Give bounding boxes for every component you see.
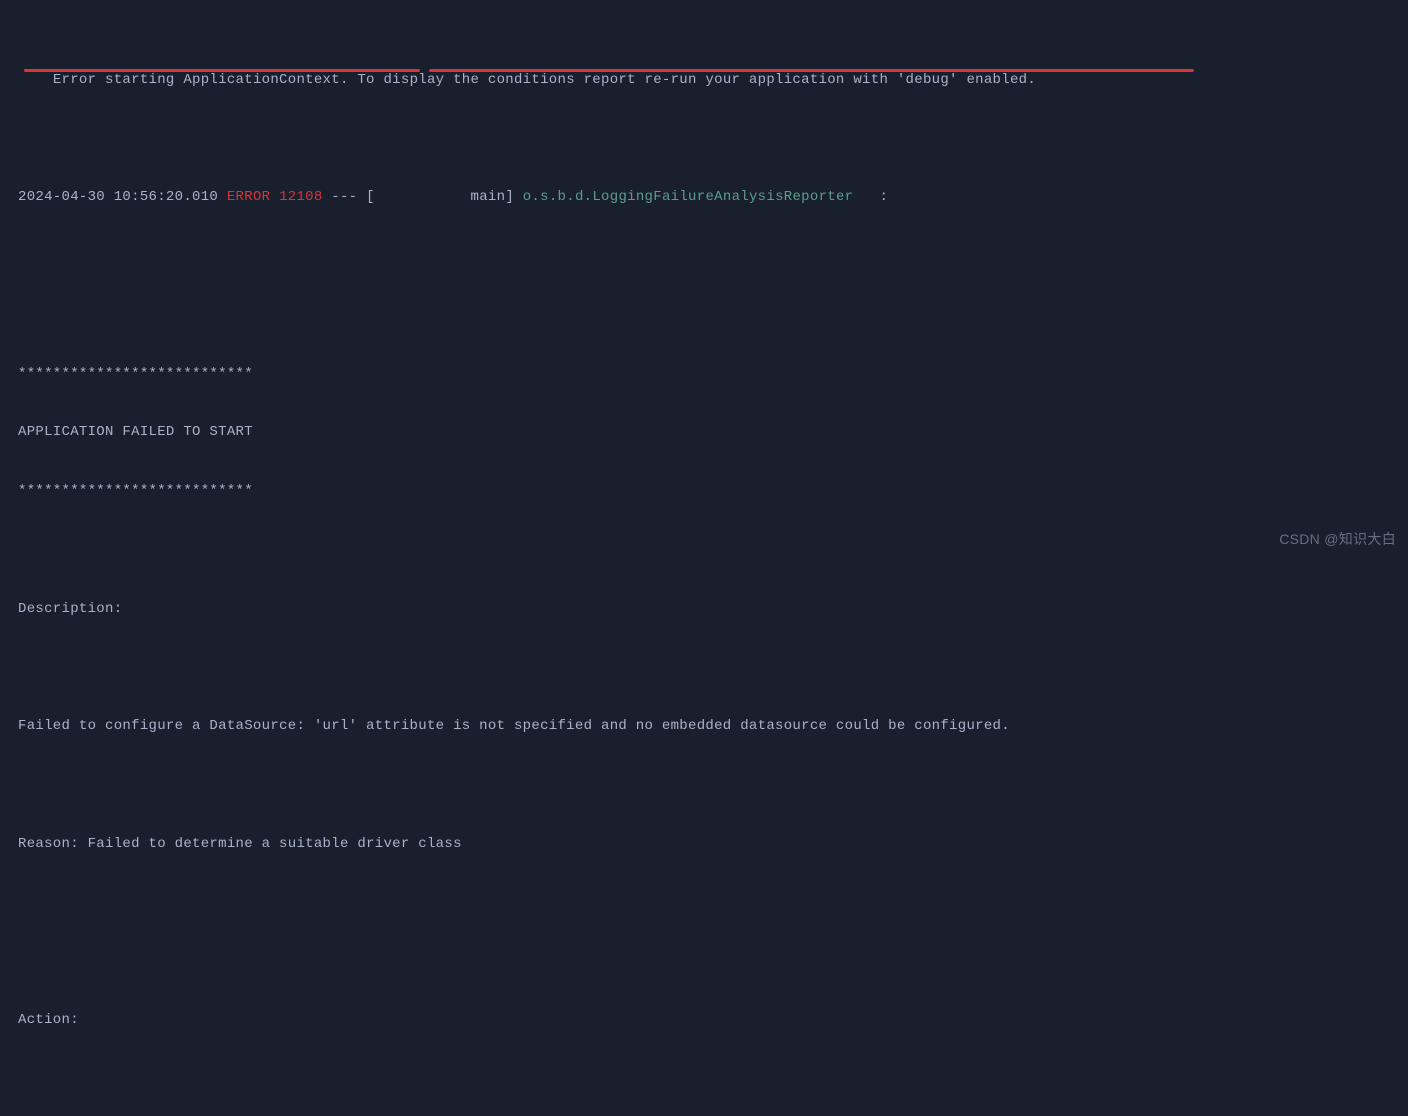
blank-line [18, 659, 1390, 679]
failed-title: APPLICATION FAILED TO START [18, 423, 1390, 443]
log-thread: main] [375, 189, 514, 205]
error-starting-text: Error starting ApplicationContext. To di… [53, 72, 1036, 88]
description-text: Failed to configure a DataSource: 'url' … [18, 717, 1390, 737]
log-level: ERROR [227, 189, 271, 205]
log-timestamp: 2024-04-30 10:56:20.010 [18, 189, 218, 205]
highlight-underline-icon [429, 69, 1194, 72]
log-pid: 12108 [279, 189, 323, 205]
log-class: o.s.b.d.LoggingFailureAnalysisReporter [523, 189, 854, 205]
action-label: Action: [18, 1011, 1390, 1031]
log-separator: --- [ [331, 189, 375, 205]
description-label: Description: [18, 600, 1390, 620]
blank-line [18, 953, 1390, 973]
border-line: *************************** [18, 482, 1390, 502]
highlight-underline-icon [24, 69, 420, 72]
reason-text: Reason: Failed to determine a suitable d… [18, 835, 1390, 855]
error-context-line: Error starting ApplicationContext. To di… [18, 51, 1390, 149]
blank-line [18, 894, 1390, 914]
blank-line [18, 1070, 1390, 1090]
log-line: 2024-04-30 10:56:20.010 ERROR 12108 --- … [18, 188, 1390, 208]
log-colon: : [853, 189, 888, 205]
blank-line [18, 306, 1390, 326]
watermark: CSDN @知识大白 [1279, 530, 1396, 550]
blank-line [18, 247, 1390, 267]
console-output: Error starting ApplicationContext. To di… [18, 12, 1390, 1116]
blank-line [18, 776, 1390, 796]
border-line: *************************** [18, 365, 1390, 385]
